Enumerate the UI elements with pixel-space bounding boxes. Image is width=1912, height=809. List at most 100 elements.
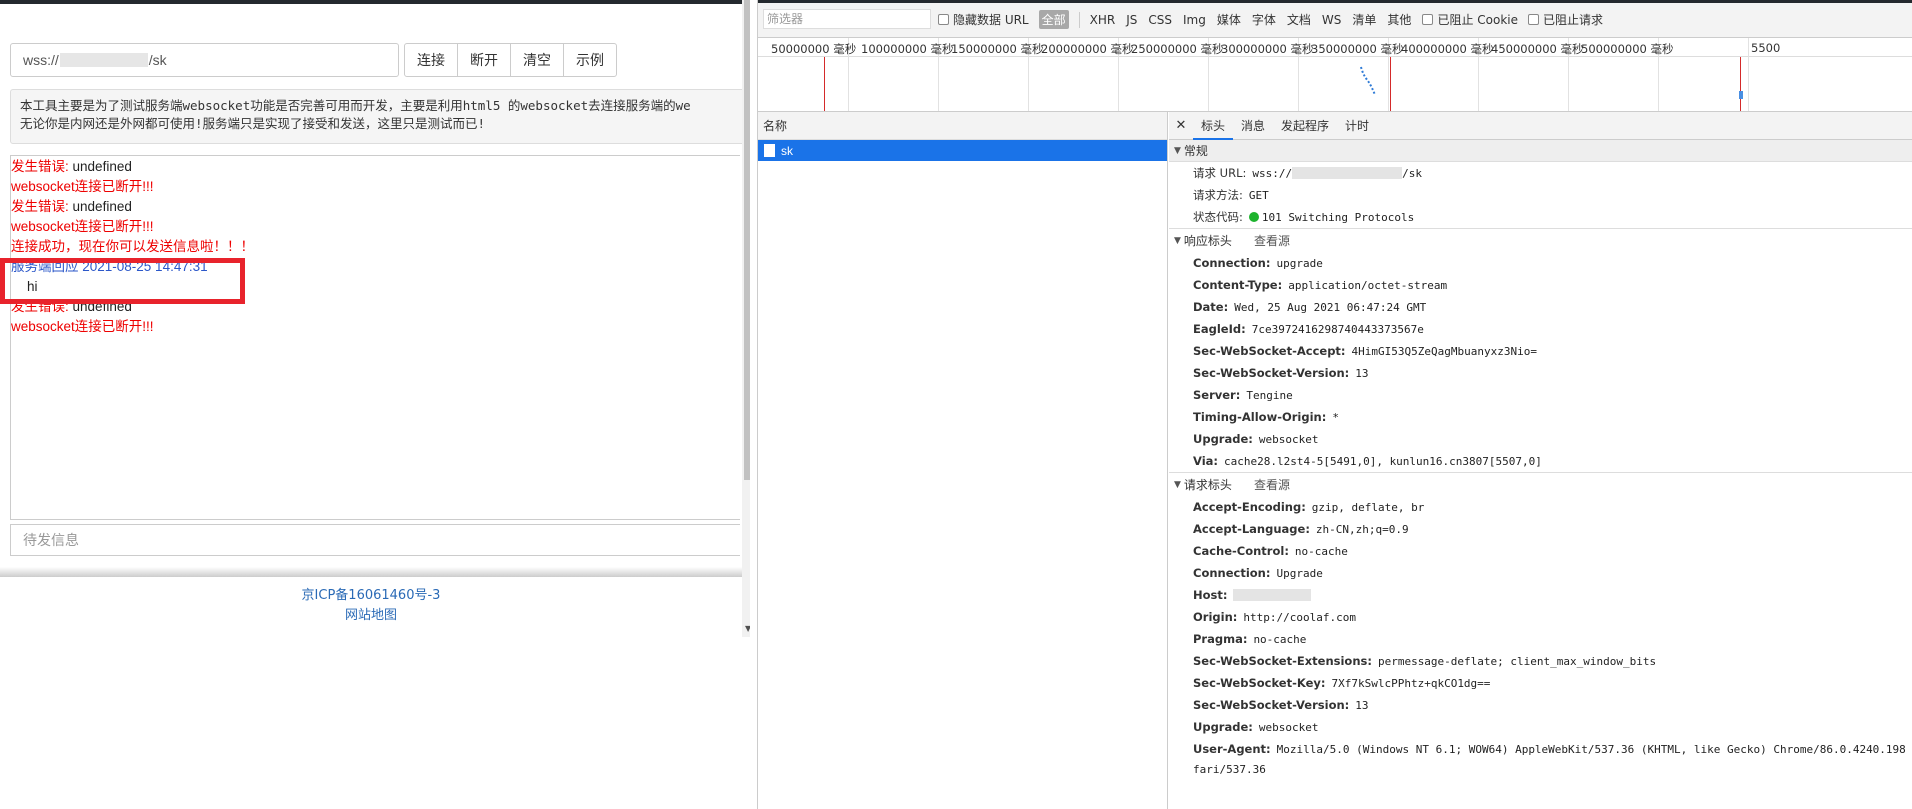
header-key: Upgrade:: [1193, 432, 1253, 446]
response-headers-header[interactable]: ▼ 响应标头 查看源: [1169, 228, 1912, 252]
message-log[interactable]: 发生错误: undefined websocket连接已断开!!! 发生错误: …: [10, 155, 740, 520]
header-key: Server:: [1193, 388, 1241, 402]
filter-type-img[interactable]: Img: [1183, 13, 1206, 27]
filter-type-manifest[interactable]: 清单: [1352, 11, 1376, 28]
view-source-link[interactable]: 查看源: [1254, 232, 1290, 249]
network-timeline-overview[interactable]: 50000000 毫秒 100000000 毫秒 150000000 毫秒 20000…: [758, 38, 1912, 112]
description-line: 本工具主要是为了测试服务端websocket功能是否完善可用而开发，主要是利用h…: [20, 98, 691, 113]
filter-options: 隐藏数据 URL 全部 XHR JS CSS Img 媒体 字体 文档 WS 清…: [938, 10, 1613, 29]
blocked-cookies-checkbox[interactable]: [1422, 14, 1434, 25]
view-source-link[interactable]: 查看源: [1254, 476, 1290, 493]
hide-data-url-checkbox[interactable]: [938, 14, 949, 25]
header-key: 状态代码:: [1193, 210, 1243, 224]
scroll-down-arrow-icon[interactable]: ▼: [745, 624, 750, 633]
clear-button[interactable]: 清空: [510, 43, 564, 77]
name-column-header[interactable]: 名称: [758, 112, 1167, 140]
close-icon[interactable]: ✕: [1169, 118, 1193, 133]
request-headers-header[interactable]: ▼ 请求标头 查看源: [1169, 472, 1912, 496]
header-key: User-Agent:: [1193, 742, 1271, 756]
filter-type-xhr[interactable]: XHR: [1090, 13, 1116, 27]
header-row: Sec-WebSocket-Version: 13: [1169, 362, 1912, 384]
disconnect-button[interactable]: 断开: [457, 43, 511, 77]
header-row: Origin: http://coolaf.com: [1169, 606, 1912, 628]
tab-headers[interactable]: 标头: [1193, 112, 1234, 140]
header-row: Sec-WebSocket-Extensions: permessage-defl…: [1169, 650, 1912, 672]
timeline-tick-label: 350000000 毫秒: [1311, 42, 1404, 56]
filter-type-media[interactable]: 媒体: [1217, 11, 1241, 28]
window-top-edge: [758, 0, 1912, 3]
filter-type-ws[interactable]: WS: [1322, 13, 1341, 27]
header-row: Sec-WebSocket-Key: 7Xf7kSwlcPPhtz+qkCO1dg…: [1169, 672, 1912, 694]
header-value: 101 Switching Protocols: [1261, 210, 1415, 224]
blocked-requests-label: 已阻止请求: [1542, 13, 1603, 27]
timeline-tick-label: 50000000 毫秒: [771, 42, 857, 56]
filter-type-js[interactable]: JS: [1126, 13, 1137, 27]
page-scrollbar[interactable]: ▼: [742, 0, 750, 637]
header-value: 13: [1355, 698, 1369, 712]
header-row: EagleId: 7ce3972416298740443373567e: [1169, 318, 1912, 340]
page-footer: 京ICP备16061460号-3 网站地图: [0, 586, 742, 626]
devtools-network-panel: 筛选器 隐藏数据 URL 全部 XHR JS CSS Img 媒体 字体 文档 …: [757, 0, 1912, 809]
header-value: 4HimGI53Q5ZeQagMbuanyxz3Nio=: [1351, 344, 1537, 358]
timeline-tick-label: 100000000 毫秒: [861, 42, 954, 56]
filter-input[interactable]: 筛选器: [763, 9, 931, 29]
response-headers-list: Connection: upgrade Content-Type: applicati…: [1169, 252, 1912, 472]
scrollbar-thumb[interactable]: [744, 0, 750, 480]
filter-all-button[interactable]: 全部: [1038, 10, 1069, 29]
header-key: Origin:: [1193, 610, 1238, 624]
url-prefix: wss://: [23, 52, 59, 68]
header-key: Upgrade:: [1193, 720, 1253, 734]
error-value: undefined: [72, 199, 132, 214]
header-row: Accept-Encoding: gzip, deflate, br: [1169, 496, 1912, 518]
window-top-edge: [0, 0, 750, 4]
request-name: sk: [781, 143, 793, 158]
connect-toolbar: wss:// /sk 连接 断开 清空 示例: [10, 43, 617, 77]
filter-type-css[interactable]: CSS: [1148, 13, 1172, 27]
action-button-group: 连接 断开 清空 示例: [404, 43, 617, 77]
header-value: application/octet-stream: [1288, 278, 1448, 292]
icp-link[interactable]: 京ICP备16061460号-3: [0, 586, 742, 606]
header-key: Connection:: [1193, 256, 1271, 270]
header-row: Pragma: no-cache: [1169, 628, 1912, 650]
header-key: Sec-WebSocket-Version:: [1193, 366, 1350, 380]
websocket-url-input[interactable]: wss:// /sk: [10, 43, 399, 77]
message-input[interactable]: 待发信息: [10, 524, 740, 556]
header-value: websocket: [1258, 720, 1319, 734]
general-section-header[interactable]: ▼ 常规: [1169, 140, 1912, 162]
tab-timing[interactable]: 计时: [1337, 112, 1377, 140]
header-value: 7ce3972416298740443373567e: [1251, 322, 1424, 336]
filter-type-font[interactable]: 字体: [1252, 11, 1276, 28]
network-filter-bar: 筛选器 隐藏数据 URL 全部 XHR JS CSS Img 媒体 字体 文档 …: [758, 0, 1912, 38]
sitemap-link[interactable]: 网站地图: [0, 606, 742, 626]
blocked-requests-checkbox[interactable]: [1527, 14, 1539, 25]
header-row: Upgrade: websocket: [1169, 716, 1912, 738]
connect-button[interactable]: 连接: [404, 43, 458, 77]
header-value: Upgrade: [1276, 566, 1323, 580]
filter-type-doc[interactable]: 文档: [1287, 11, 1311, 28]
error-value: undefined: [72, 159, 132, 174]
filter-type-other[interactable]: 其他: [1387, 11, 1411, 28]
timeline-tick-label: 150000000 毫秒: [951, 42, 1044, 56]
header-row: Sec-WebSocket-Accept: 4HimGI53Q5ZeQagMbua…: [1169, 340, 1912, 362]
header-value: Mozilla/5.0 (Windows NT 6.1; WOW64) Appl…: [1276, 742, 1912, 756]
log-line-disconnected: websocket连接已断开!!!: [11, 179, 154, 194]
header-row: Server: Tengine: [1169, 384, 1912, 406]
timeline-load-marker: [1740, 57, 1741, 111]
header-row-wrap: fari/537.36: [1169, 760, 1912, 778]
header-row: 请求 URL: wss:// /sk: [1169, 162, 1912, 184]
header-row: User-Agent: Mozilla/5.0 (Windows NT 6.1; …: [1169, 738, 1912, 760]
header-value: Tengine: [1246, 388, 1293, 402]
log-line-error: 发生错误: undefined: [11, 197, 740, 217]
example-button[interactable]: 示例: [563, 43, 617, 77]
header-key: Cache-Control:: [1193, 544, 1289, 558]
redacted-host: [1233, 589, 1312, 601]
timeline-tick-label: 5500: [1751, 41, 1781, 55]
blocked-cookies-label: 已阻止 Cookie: [1437, 13, 1518, 27]
tab-initiator[interactable]: 发起程序: [1273, 112, 1337, 140]
request-headers-title: 请求标头: [1183, 478, 1232, 492]
description-line: 无论你是内网还是外网都可使用!服务端只是实现了接受和发送，这里只是测试而已!: [20, 116, 486, 131]
request-row-selected[interactable]: sk: [758, 140, 1167, 161]
tab-messages[interactable]: 消息: [1233, 112, 1273, 140]
header-row: Content-Type: application/octet-stream: [1169, 274, 1912, 296]
log-line-error: 发生错误: undefined: [11, 157, 740, 177]
